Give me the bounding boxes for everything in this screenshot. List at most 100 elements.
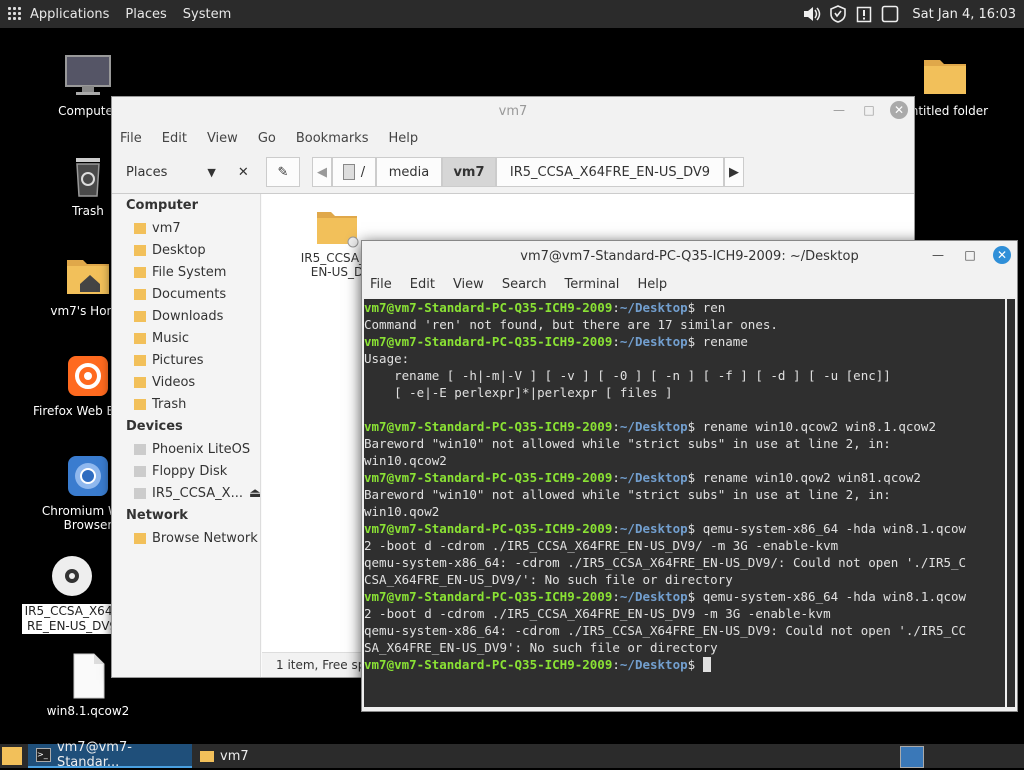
sidebar-item-videos[interactable]: Videos <box>112 371 260 393</box>
term-menu-help[interactable]: Help <box>637 277 667 292</box>
sidebar-item-vm7[interactable]: vm7 <box>112 217 260 239</box>
pencil-icon: ✎ <box>277 164 289 180</box>
desktop-icon-iso[interactable]: IR5_CCSA_X64FRE_EN-US_DV9 <box>22 552 122 634</box>
prompt-user: vm7@vm7-Standard-PC-Q35-ICH9-2009 <box>364 470 613 485</box>
chromium-icon <box>64 452 112 500</box>
terminal-prompt-line: vm7@vm7-Standard-PC-Q35-ICH9-2009:~/Desk… <box>364 470 921 485</box>
term-menu-edit[interactable]: Edit <box>410 277 435 292</box>
path-segment-iso[interactable]: IR5_CCSA_X64FRE_EN-US_DV9 <box>496 157 724 187</box>
task-label: vm7@vm7-Standar... <box>56 740 132 770</box>
sidebar-item-label: Documents <box>152 286 227 302</box>
place-icon <box>134 222 146 234</box>
minimize-icon[interactable]: — <box>929 246 947 264</box>
sidebar-item-desktop[interactable]: Desktop <box>112 239 260 261</box>
prompt-path: ~/Desktop <box>619 470 688 485</box>
fm-menu-go[interactable]: Go <box>258 131 276 146</box>
sidebar-item-file-system[interactable]: File System <box>112 261 260 283</box>
places-menu[interactable]: Places <box>117 0 174 28</box>
terminal-prompt-line: vm7@vm7-Standard-PC-Q35-ICH9-2009:~/Desk… <box>364 589 967 604</box>
disc-icon <box>48 552 96 600</box>
status-text: 1 item, Free sp <box>276 658 366 672</box>
terminal-output-line: Bareword "win10" not allowed while "stri… <box>364 487 891 502</box>
place-icon <box>134 465 146 477</box>
volume-icon[interactable] <box>802 4 822 24</box>
sidebar-item-browse-network[interactable]: Browse Network <box>112 527 260 549</box>
sidebar-item-label: Pictures <box>152 352 204 368</box>
edit-location-button[interactable]: ✎ <box>266 157 300 187</box>
prompt-user: vm7@vm7-Standard-PC-Q35-ICH9-2009 <box>364 334 613 349</box>
sidebar-item-pictures[interactable]: Pictures <box>112 349 260 371</box>
top-panel: Applications Places System Sat Jan 4, 16… <box>0 0 1024 28</box>
terminal-output-line: rename [ -h|-m|-V ] [ -v ] [ -0 ] [ -n ]… <box>364 368 891 383</box>
terminal-titlebar[interactable]: vm7@vm7-Standard-PC-Q35-ICH9-2009: ~/Des… <box>362 241 1017 271</box>
prompt-user: vm7@vm7-Standard-PC-Q35-ICH9-2009 <box>364 521 613 536</box>
sidebar-item-trash[interactable]: Trash <box>112 393 260 415</box>
fm-menu-view[interactable]: View <box>207 131 238 146</box>
fm-titlebar[interactable]: vm7 — □ ✕ <box>112 97 914 125</box>
terminal-output-line: Command 'ren' not found, but there are 1… <box>364 317 778 332</box>
place-icon <box>134 244 146 256</box>
term-menu-search[interactable]: Search <box>502 277 547 292</box>
sidebar-item-ir5-ccsa-x-[interactable]: IR5_CCSA_X... ⏏ <box>112 482 260 504</box>
terminal-screen[interactable]: vm7@vm7-Standard-PC-Q35-ICH9-2009:~/Desk… <box>364 299 1005 707</box>
sidebar-item-downloads[interactable]: Downloads <box>112 305 260 327</box>
terminal-scrollbar[interactable] <box>1007 299 1015 707</box>
term-menu-file[interactable]: File <box>370 277 392 292</box>
clock[interactable]: Sat Jan 4, 16:03 <box>912 7 1016 22</box>
applications-menu[interactable]: Applications <box>0 0 117 28</box>
fm-menu-edit[interactable]: Edit <box>162 131 187 146</box>
prompt-path: ~/Desktop <box>619 334 688 349</box>
place-icon <box>134 376 146 388</box>
path-scroll-left-button[interactable]: ◀ <box>312 157 332 187</box>
prompt-command: qemu-system-x86_64 -hda win8.1.qcow <box>702 521 967 536</box>
places-selector[interactable]: Places ▼ ✕ <box>112 155 252 189</box>
eject-icon[interactable]: ⏏ <box>249 486 260 501</box>
term-menu-terminal[interactable]: Terminal <box>564 277 619 292</box>
fm-menu-help[interactable]: Help <box>388 131 418 146</box>
path-segment-media[interactable]: media <box>376 157 442 187</box>
maximize-icon[interactable]: □ <box>860 101 878 119</box>
firefox-icon <box>64 352 112 400</box>
system-menu[interactable]: System <box>175 0 239 28</box>
prompt-command: rename win10.qcow2 win8.1.qcow2 <box>702 419 936 434</box>
shield-icon[interactable] <box>828 4 848 24</box>
prompt-user: vm7@vm7-Standard-PC-Q35-ICH9-2009 <box>364 300 613 315</box>
close-sidebar-icon[interactable]: ✕ <box>238 165 249 180</box>
display-icon[interactable] <box>880 4 900 24</box>
path-scroll-right-button[interactable]: ▶ <box>724 157 744 187</box>
close-icon[interactable]: ✕ <box>890 101 908 119</box>
path-root-button[interactable]: / <box>332 157 376 187</box>
fm-menu-file[interactable]: File <box>120 131 142 146</box>
sidebar-item-label: vm7 <box>152 220 181 236</box>
term-menu-view[interactable]: View <box>453 277 484 292</box>
sidebar-item-music[interactable]: Music <box>112 327 260 349</box>
place-icon <box>134 532 146 544</box>
task-terminal[interactable]: >_ vm7@vm7-Standar... <box>28 740 192 770</box>
close-icon[interactable]: ✕ <box>993 246 1011 264</box>
task-file-manager[interactable]: vm7 <box>192 744 352 768</box>
show-desktop-icon[interactable] <box>2 747 22 765</box>
place-icon <box>134 487 146 499</box>
path-segment-vm7[interactable]: vm7 <box>442 157 496 187</box>
sidebar-item-label: Trash <box>152 396 187 412</box>
sidebar-item-documents[interactable]: Documents <box>112 283 260 305</box>
clipboard-alert-icon[interactable] <box>854 4 874 24</box>
chevron-down-icon[interactable]: ▼ <box>207 166 215 179</box>
terminal-prompt-line: vm7@vm7-Standard-PC-Q35-ICH9-2009:~/Desk… <box>364 334 748 349</box>
terminal-window[interactable]: vm7@vm7-Standard-PC-Q35-ICH9-2009: ~/Des… <box>361 240 1018 712</box>
sidebar-item-phoenix-liteos[interactable]: Phoenix LiteOS <box>112 438 260 460</box>
places-label: Places <box>126 164 168 180</box>
fm-menu-bookmarks[interactable]: Bookmarks <box>296 131 369 146</box>
fm-title: vm7 <box>498 103 528 119</box>
path-root-label: / <box>360 164 366 180</box>
sidebar-item-floppy-disk[interactable]: Floppy Disk <box>112 460 260 482</box>
prompt-path: ~/Desktop <box>619 657 688 672</box>
fm-sidebar: Computer vm7 Desktop File System Documents D… <box>112 194 261 677</box>
workspace-switcher-icon[interactable] <box>900 746 924 768</box>
terminal-output-line: qemu-system-x86_64: -cdrom ./IR5_CCSA_X6… <box>364 623 967 638</box>
minimize-icon[interactable]: — <box>830 101 848 119</box>
maximize-icon[interactable]: □ <box>961 246 979 264</box>
sidebar-item-label: Floppy Disk <box>152 463 228 479</box>
sidebar-item-label: Videos <box>152 374 196 390</box>
prompt-path: ~/Desktop <box>619 300 688 315</box>
